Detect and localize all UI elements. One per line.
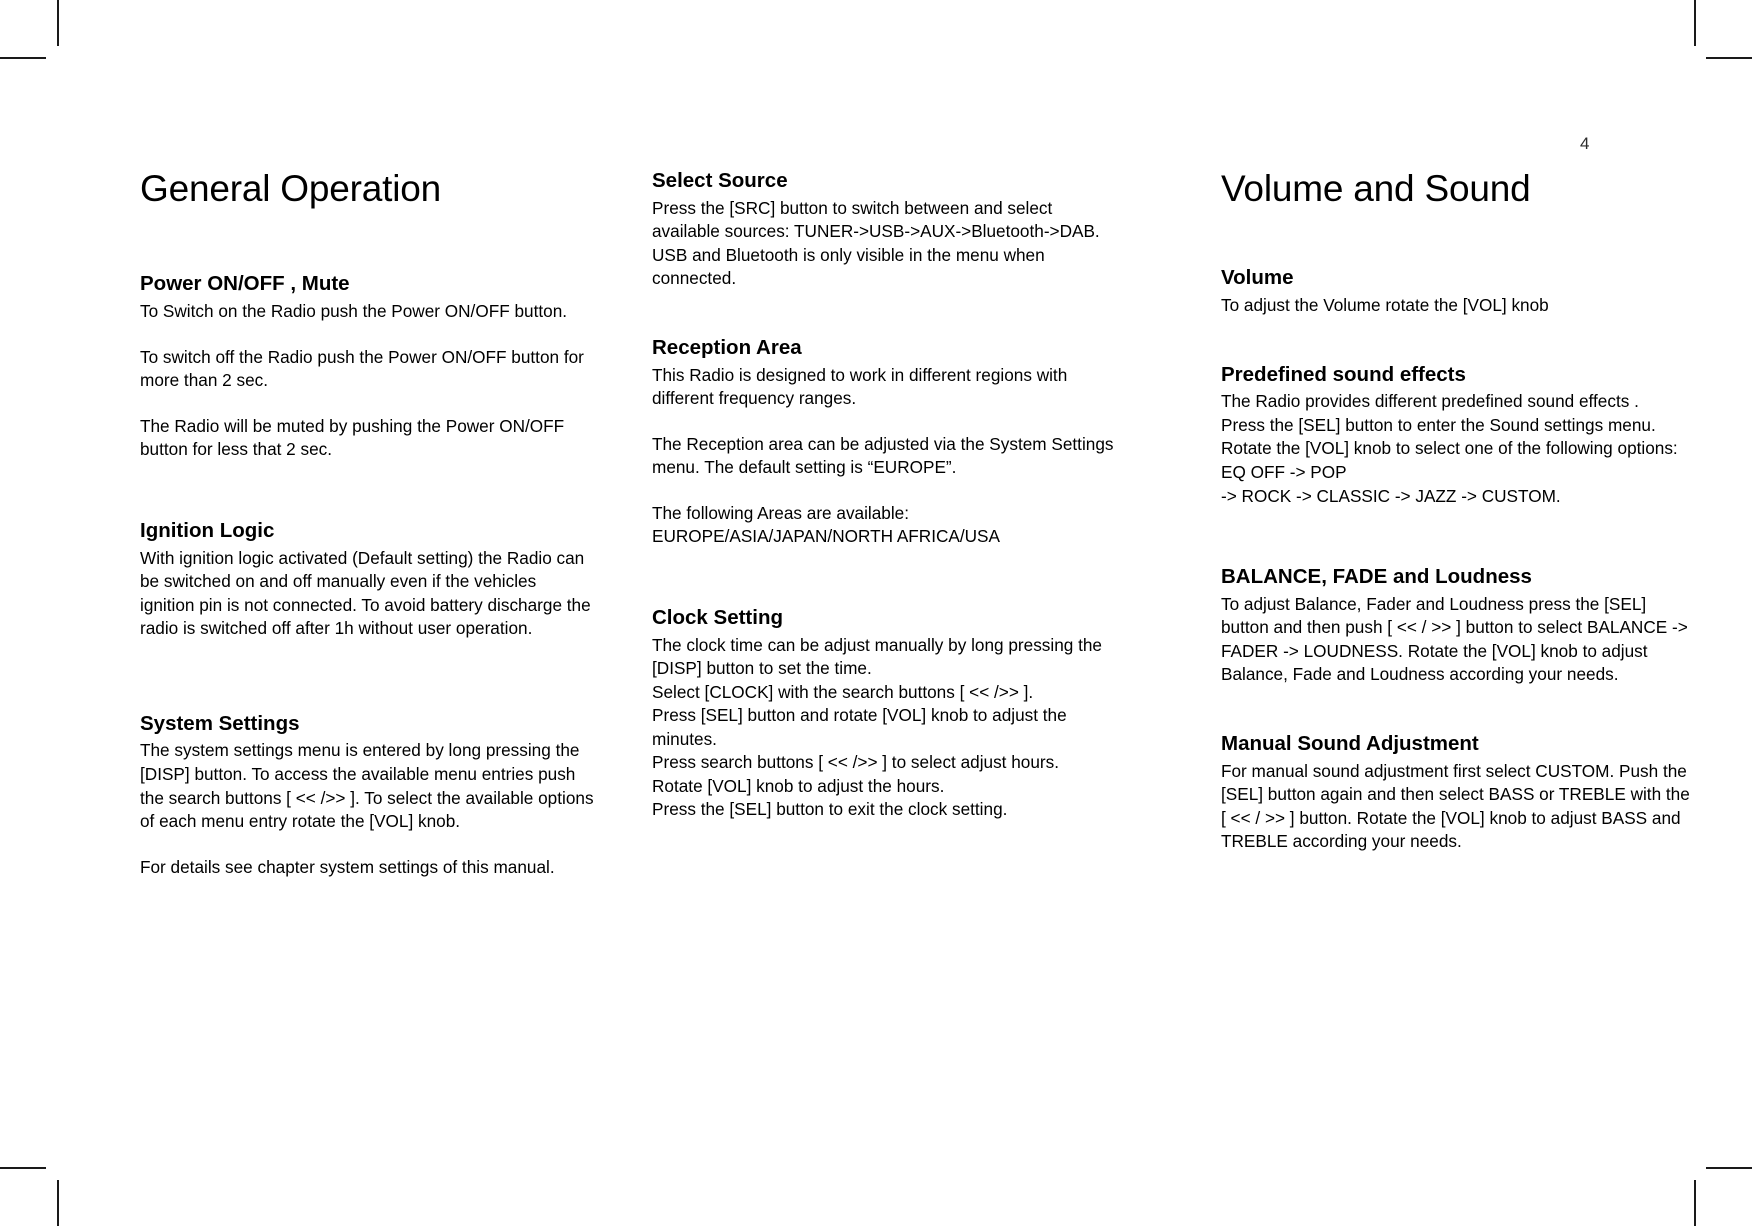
section-paragraph: For details see chapter system settings … — [140, 856, 555, 877]
section-paragraph: The following Areas are available: EUROP… — [652, 502, 1000, 547]
section-paragraph: The clock time can be adjust manually by… — [652, 634, 1102, 679]
section-paragraph: Press the [SRC] button to switch between… — [652, 197, 1100, 289]
section-paragraph: Press [SEL] button and rotate [VOL] knob… — [652, 705, 1067, 749]
section-clock-setting: Clock Setting The clock time can be adju… — [652, 605, 1114, 822]
section-paragraph: To adjust Balance, Fader and Loudness pr… — [1221, 593, 1688, 685]
section-paragraph: The system settings menu is entered by l… — [140, 740, 594, 832]
section-paragraph: For manual sound adjustment first select… — [1221, 760, 1690, 852]
section-paragraph: To Switch on the Radio push the Power ON… — [140, 301, 568, 322]
section-paragraph: The Radio will be muted by pushing the P… — [140, 415, 565, 460]
section-paragraph: With ignition logic activated (Default s… — [140, 547, 591, 639]
section-paragraph: This Radio is designed to work in differ… — [652, 364, 1068, 409]
section-heading: Volume — [1221, 266, 1294, 290]
section-system-settings: System Settings The system settings menu… — [140, 711, 595, 879]
section-ignition-logic: Ignition Logic With ignition logic activ… — [140, 518, 595, 641]
section-predefined-sound-effects: Predefined sound effects The Radio provi… — [1221, 362, 1691, 508]
section-paragraph: The Radio provides different predefined … — [1221, 391, 1639, 412]
section-heading: System Settings — [140, 711, 300, 735]
section-paragraph: -> ROCK -> CLASSIC -> JAZZ -> CUSTOM. — [1221, 485, 1561, 506]
section-reception-area: Reception Area This Radio is designed to… — [652, 335, 1114, 549]
section-paragraph: To adjust the Volume rotate the [VOL] kn… — [1221, 295, 1549, 316]
section-volume: Volume To adjust the Volume rotate the [… — [1221, 265, 1691, 317]
section-heading: Select Source — [652, 169, 788, 192]
section-paragraph: Press the [SEL] button to enter the Soun… — [1221, 414, 1678, 482]
section-paragraph: Select [CLOCK] with the search buttons [… — [652, 681, 1034, 702]
section-paragraph: The Reception area can be adjusted via t… — [652, 433, 1114, 478]
column-left: General Operation Power ON/OFF , Mute To… — [140, 168, 595, 909]
section-heading: Clock Setting — [652, 605, 783, 629]
section-heading: Predefined sound effects — [1221, 362, 1466, 386]
chapter-title-general-operation: General Operation — [140, 168, 442, 209]
section-power-on-off-mute: Power ON/OFF , Mute To Switch on the Rad… — [140, 271, 595, 461]
section-balance-fade-loudness: BALANCE, FADE and Loudness To adjust Bal… — [1221, 564, 1691, 687]
section-select-source: Select Source Press the [SRC] button to … — [652, 168, 1114, 291]
column-right: Volume and Sound Volume To adjust the Vo… — [1221, 168, 1691, 884]
section-paragraph: Press search buttons [ << />> ] to selec… — [652, 752, 1059, 796]
section-heading: Manual Sound Adjustment — [1221, 731, 1479, 755]
column-middle: Select Source Press the [SRC] button to … — [652, 168, 1114, 852]
section-heading: Reception Area — [652, 335, 802, 359]
section-manual-sound-adjustment: Manual Sound Adjustment For manual sound… — [1221, 731, 1691, 854]
section-heading: Power ON/OFF , Mute — [140, 272, 350, 296]
section-paragraph: Press the [SEL] button to exit the clock… — [652, 799, 1008, 820]
section-heading: Ignition Logic — [140, 518, 275, 542]
manual-page: General Operation Power ON/OFF , Mute To… — [0, 0, 1752, 1226]
chapter-title-volume-and-sound: Volume and Sound — [1221, 168, 1531, 209]
section-heading: BALANCE, FADE and Loudness — [1221, 565, 1532, 589]
section-paragraph: To switch off the Radio push the Power O… — [140, 346, 584, 391]
